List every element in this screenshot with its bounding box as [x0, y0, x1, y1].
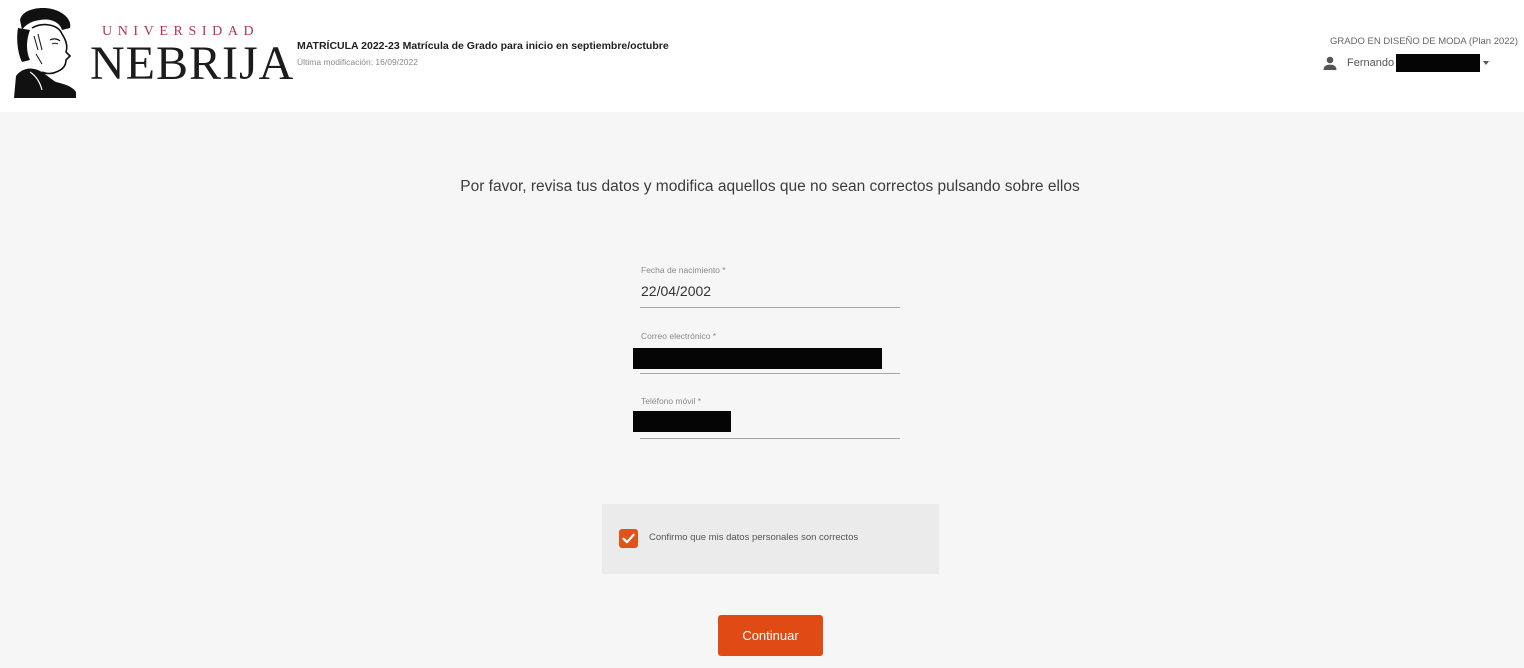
birth-date-label: Fecha de nacimiento * [641, 265, 726, 275]
caret-down-icon[interactable] [1481, 58, 1491, 68]
redacted-surname [1396, 54, 1481, 72]
redacted-email [633, 348, 882, 369]
email-label: Correo electrónico * [641, 331, 717, 341]
birth-date-value[interactable]: 22/04/2002 [641, 283, 711, 299]
checkmark-icon [622, 533, 635, 544]
page-title: MATRÍCULA 2022-23 Matrícula de Grado par… [297, 40, 669, 52]
nebrija-portrait-logo-icon [14, 8, 76, 98]
confirm-checkbox[interactable] [619, 529, 638, 548]
logo-nebrija-text: NEBRIJA [90, 37, 295, 90]
birth-date-field[interactable]: Fecha de nacimiento * 22/04/2002 [640, 265, 900, 308]
user-name: Fernando [1347, 57, 1395, 69]
confirm-label: Confirmo que mis datos personales son co… [649, 532, 859, 543]
mobile-phone-label: Teléfono móvil * [641, 396, 702, 406]
degree-label: GRADO EN DISEÑO DE MODA (Plan 2022) [1330, 36, 1518, 47]
person-icon [1323, 56, 1337, 70]
user-menu[interactable]: Fernando [1322, 54, 1491, 72]
continue-button[interactable]: Continuar [718, 615, 823, 656]
header: UNIVERSIDAD NEBRIJA MATRÍCULA 2022-23 Ma… [0, 0, 1524, 112]
confirm-panel: Confirmo que mis datos personales son co… [602, 504, 939, 574]
redacted-phone [633, 411, 731, 432]
main-content: Por favor, revisa tus datos y modifica a… [0, 112, 1524, 668]
last-modified-text: Última modificación: 16/09/2022 [297, 57, 418, 67]
instructions-text: Por favor, revisa tus datos y modifica a… [460, 178, 1080, 195]
